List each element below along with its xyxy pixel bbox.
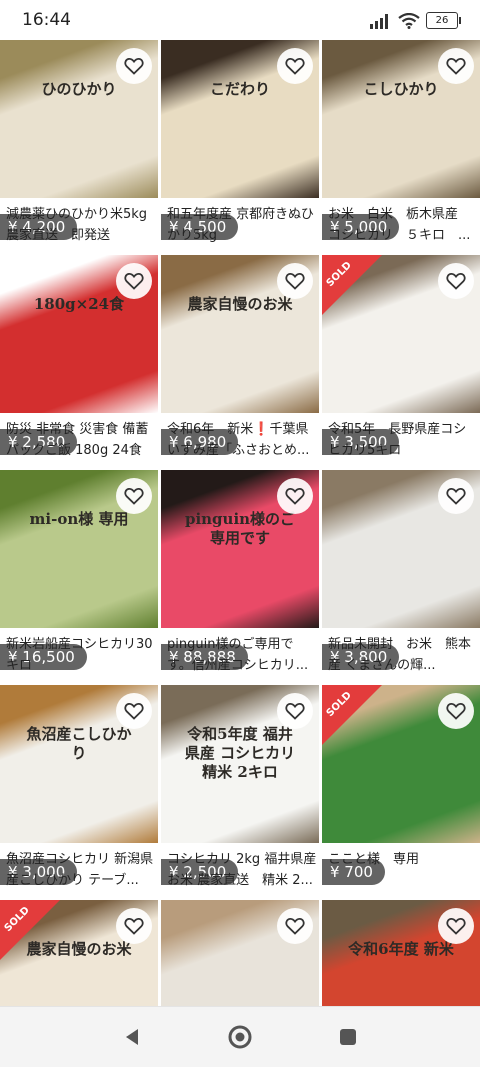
- home-button[interactable]: [226, 1023, 254, 1051]
- wifi-icon: [398, 12, 420, 29]
- sold-ribbon: SOLD: [322, 255, 382, 315]
- product-title[interactable]: 新米岩船産コシヒカリ30キロ: [6, 634, 156, 676]
- favorite-button[interactable]: [116, 263, 152, 299]
- product-card[interactable]: SOLD ¥ 700 ここと様 専用: [322, 685, 480, 895]
- favorite-button[interactable]: [438, 263, 474, 299]
- sold-ribbon: SOLD: [322, 685, 382, 745]
- heart-icon: [124, 917, 144, 935]
- thumbnail-label: 魚沼産こしひかり: [26, 725, 132, 762]
- signal-icon: [370, 13, 388, 29]
- product-card[interactable]: 180g×24食 ¥ 2,580 防災 非常食 災害食 備蓄パックご飯 180g 2…: [0, 255, 158, 465]
- favorite-button[interactable]: [438, 693, 474, 729]
- product-title[interactable]: 減農薬ひのひかり米5kg 農家直送 即発送: [6, 204, 156, 246]
- product-card[interactable]: 魚沼産こしひかり ¥ 3,000 魚沼産コシヒカリ 新潟県産こしひかり テーブ...: [0, 685, 158, 895]
- product-card[interactable]: mi-on様 専用 ¥ 16,500 新米岩船産コシヒカリ30キロ: [0, 470, 158, 680]
- thumbnail-label: こだわり: [209, 80, 270, 98]
- heart-icon: [446, 917, 466, 935]
- thumbnail-label: pinguin様のご専用です: [184, 510, 296, 547]
- product-title[interactable]: 令和5年 長野県産コシヒカリ5キロ: [328, 419, 478, 461]
- product-title[interactable]: コシヒカリ 2kg 福井県産 お米 農家直送 精米 2...: [167, 849, 317, 891]
- sold-label: SOLD: [324, 689, 354, 720]
- heart-icon: [285, 272, 305, 290]
- heart-icon: [285, 917, 305, 935]
- status-icons: 26: [370, 12, 461, 29]
- favorite-button[interactable]: [277, 263, 313, 299]
- battery-indicator: 26: [426, 12, 461, 29]
- thumbnail-label: 令和6年度 新米: [348, 940, 454, 958]
- product-card[interactable]: pinguin様のご専用です ¥ 88,888 pinguin様のご専用です。信州産…: [161, 470, 319, 680]
- thumbnail-label: こしひかり: [363, 80, 439, 98]
- product-card[interactable]: ¥ 3,800 新品未開封 お米 熊本産 くまさんの輝...: [322, 470, 480, 680]
- product-title[interactable]: お米 白米 栃木県産 コシヒカリ ５キロ ...: [328, 204, 478, 246]
- product-card[interactable]: 令和5年度 福井県産 コシヒカリ 精米 2キロ ¥ 2,500 コシヒカリ 2kg …: [161, 685, 319, 895]
- product-card[interactable]: 農家自慢のお米 ¥ 6,980 令和6年 新米❗千葉県いすみ産「ふさおとめ...: [161, 255, 319, 465]
- thumbnail-label: 180g×24食: [33, 295, 125, 313]
- heart-icon: [285, 57, 305, 75]
- product-title[interactable]: 魚沼産コシヒカリ 新潟県産こしひかり テーブ...: [6, 849, 156, 891]
- product-grid: ひのひかり ¥ 4,200 減農薬ひのひかり米5kg 農家直送 即発送 こだわり ¥ 4…: [0, 40, 480, 1007]
- sold-label: SOLD: [324, 259, 354, 290]
- product-card[interactable]: [161, 900, 319, 1007]
- product-card[interactable]: ひのひかり ¥ 4,200 減農薬ひのひかり米5kg 農家直送 即発送: [0, 40, 158, 250]
- heart-icon: [446, 487, 466, 505]
- heart-icon: [124, 57, 144, 75]
- product-card[interactable]: 農家自慢のお米 SOLD: [0, 900, 158, 1007]
- product-card[interactable]: こしひかり ¥ 5,000 お米 白米 栃木県産 コシヒカリ ５キロ ...: [322, 40, 480, 250]
- heart-icon: [285, 702, 305, 720]
- product-card[interactable]: こだわり ¥ 4,500 和五年度産 京都府きぬひかり5kg: [161, 40, 319, 250]
- heart-icon: [124, 487, 144, 505]
- heart-icon: [446, 57, 466, 75]
- thumbnail-label: mi-on様 専用: [29, 510, 129, 528]
- status-bar: 16:44 26: [0, 0, 480, 40]
- favorite-button[interactable]: [116, 478, 152, 514]
- heart-icon: [124, 272, 144, 290]
- favorite-button[interactable]: [438, 908, 474, 944]
- home-circle-icon: [228, 1025, 252, 1049]
- heart-icon: [446, 272, 466, 290]
- favorite-button[interactable]: [277, 478, 313, 514]
- recents-square-icon: [340, 1029, 356, 1045]
- product-title[interactable]: 和五年度産 京都府きぬひかり5kg: [167, 204, 317, 246]
- heart-icon: [124, 702, 144, 720]
- product-title[interactable]: pinguin様のご専用です。信州産コシヒカリ...: [167, 634, 317, 676]
- thumbnail-label: ひのひかり: [41, 80, 117, 98]
- product-title[interactable]: 令和6年 新米❗千葉県いすみ産「ふさおとめ...: [167, 419, 317, 461]
- favorite-button[interactable]: [438, 478, 474, 514]
- heart-icon: [446, 702, 466, 720]
- favorite-button[interactable]: [438, 48, 474, 84]
- back-triangle-icon: [126, 1029, 138, 1045]
- back-button[interactable]: [118, 1023, 146, 1051]
- recents-button[interactable]: [334, 1023, 362, 1051]
- product-title[interactable]: ここと様 専用: [328, 849, 478, 870]
- thumbnail-label: 令和5年度 福井県産 コシヒカリ 精米 2キロ: [184, 725, 296, 781]
- sold-ribbon: SOLD: [0, 900, 60, 960]
- thumbnail-label: 農家自慢のお米: [187, 295, 293, 313]
- status-time: 16:44: [22, 10, 71, 30]
- heart-icon: [285, 487, 305, 505]
- product-card[interactable]: 令和6年度 新米: [322, 900, 480, 1007]
- sold-label: SOLD: [2, 904, 32, 935]
- favorite-button[interactable]: [116, 908, 152, 944]
- product-title[interactable]: 新品未開封 お米 熊本産 くまさんの輝...: [328, 634, 478, 676]
- favorite-button[interactable]: [277, 908, 313, 944]
- favorite-button[interactable]: [277, 48, 313, 84]
- favorite-button[interactable]: [116, 48, 152, 84]
- product-card[interactable]: SOLD ¥ 3,500 令和5年 長野県産コシヒカリ5キロ: [322, 255, 480, 465]
- product-title[interactable]: 防災 非常食 災害食 備蓄パックご飯 180g 24食 ...: [6, 419, 156, 461]
- favorite-button[interactable]: [277, 693, 313, 729]
- favorite-button[interactable]: [116, 693, 152, 729]
- system-nav-bar: [0, 1006, 480, 1067]
